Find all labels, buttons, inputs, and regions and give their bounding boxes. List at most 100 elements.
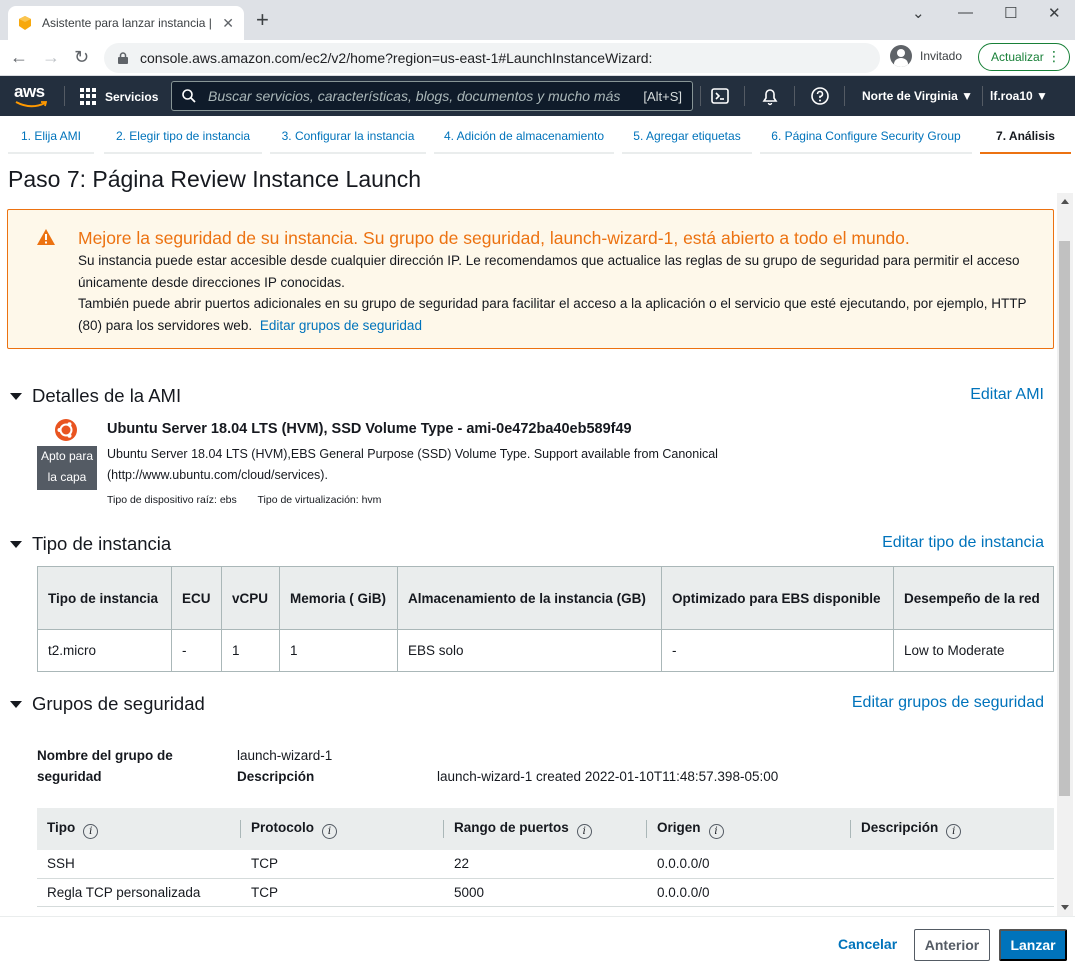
- cloudshell-icon[interactable]: [710, 86, 730, 106]
- table-row: t2.micro - 1 1 EBS solo - Low to Moderat…: [37, 629, 1054, 672]
- ami-section-toggle[interactable]: Detalles de la AMI: [10, 385, 181, 407]
- profile-button[interactable]: Invitado: [890, 45, 962, 67]
- update-label: Actualizar: [991, 50, 1044, 64]
- table-cell: -: [171, 629, 222, 672]
- security-group-description-label: Descripción: [237, 769, 315, 784]
- instance-type-table: Tipo de instancia ECU vCPU Memoria ( GiB…: [37, 566, 1054, 672]
- table-header-row: Tipo i Protocolo i Rango de puertos i Orige…: [37, 808, 1054, 850]
- ami-metadata: Tipo de dispositivo raíz: ebs Tipo de vi…: [107, 494, 399, 506]
- browser-tab[interactable]: Asistente para lanzar instancia | E ✕: [8, 6, 244, 40]
- step-2-instance-type[interactable]: 2. Elegir tipo de instancia: [104, 124, 262, 154]
- step-5-tags[interactable]: 5. Agregar etiquetas: [622, 124, 752, 154]
- update-button[interactable]: Actualizar ⋮: [978, 43, 1070, 71]
- step-7-review[interactable]: 7. Análisis: [980, 124, 1071, 154]
- table-cell: 22: [444, 850, 647, 879]
- new-tab-button[interactable]: +: [256, 9, 269, 31]
- step-6-security-group[interactable]: 6. Página Configure Security Group: [760, 124, 972, 154]
- nav-divider: [64, 86, 65, 106]
- column-header: ECU: [171, 566, 222, 630]
- services-label: Servicios: [105, 89, 159, 104]
- table-cell: 0.0.0.0/0: [647, 850, 851, 879]
- notifications-bell-icon[interactable]: [760, 86, 780, 106]
- ami-name: Ubuntu Server 18.04 LTS (HVM), SSD Volum…: [107, 421, 632, 437]
- page-title: Paso 7: Página Review Instance Launch: [8, 166, 421, 192]
- instance-section-toggle[interactable]: Tipo de instancia: [10, 533, 171, 555]
- table-cell: TCP: [241, 850, 444, 879]
- cancel-button[interactable]: Cancelar: [838, 936, 897, 952]
- security-section-toggle[interactable]: Grupos de seguridad: [10, 693, 205, 715]
- address-bar[interactable]: console.aws.amazon.com/ec2/v2/home?regio…: [104, 43, 880, 73]
- alert-line-1: Su instancia puede estar accesible desde…: [78, 253, 1020, 290]
- edit-security-groups-link[interactable]: Editar grupos de seguridad: [852, 694, 1044, 712]
- menu-dots-icon[interactable]: ⋮: [1047, 48, 1061, 65]
- collapse-triangle-icon: [10, 540, 22, 548]
- column-header-label: Origen: [657, 819, 701, 835]
- account-menu[interactable]: lf.roa10 ▼: [990, 89, 1048, 103]
- root-device-type: Tipo de dispositivo raíz: ebs: [107, 494, 237, 506]
- info-icon[interactable]: i: [708, 823, 724, 839]
- back-button[interactable]: ←: [10, 47, 28, 67]
- wizard-footer: Cancelar Anterior Lanzar: [0, 916, 1075, 967]
- column-header-port-range: Rango de puertos i: [444, 808, 647, 850]
- column-header-label: Rango de puertos: [454, 819, 569, 835]
- lock-icon: [118, 52, 128, 64]
- security-section-title: Grupos de seguridad: [32, 693, 205, 714]
- reload-button[interactable]: ↻: [74, 47, 89, 67]
- security-warning-alert: Mejore la seguridad de su instancia. Su …: [7, 209, 1054, 349]
- column-header: Optimizado para EBS disponible: [661, 566, 894, 630]
- step-3-configure-instance[interactable]: 3. Configurar la instancia: [270, 124, 426, 154]
- edit-security-groups-link[interactable]: Editar grupos de seguridad: [260, 318, 422, 333]
- column-header-label: Tipo: [47, 819, 76, 835]
- tab-search-icon[interactable]: ⌄: [912, 4, 925, 22]
- step-1-choose-ami[interactable]: 1. Elija AMI: [8, 124, 94, 154]
- instance-section-title: Tipo de instancia: [32, 533, 172, 554]
- close-window-icon[interactable]: ✕: [1048, 4, 1061, 22]
- step-4-storage[interactable]: 4. Adición de almacenamiento: [434, 124, 614, 154]
- services-menu[interactable]: Servicios: [80, 88, 158, 105]
- minimize-window-icon[interactable]: —: [958, 4, 973, 21]
- table-cell: TCP: [241, 878, 444, 907]
- nav-divider: [700, 86, 701, 106]
- column-header-label: Descripción: [861, 819, 939, 835]
- free-tier-badge: Apto para la capa: [37, 446, 97, 490]
- table-cell: [851, 850, 1054, 879]
- table-header-row: Tipo de instancia ECU vCPU Memoria ( GiB…: [37, 566, 1054, 630]
- aws-logo[interactable]: aws: [14, 82, 48, 110]
- tab-close-icon[interactable]: ✕: [222, 15, 234, 32]
- help-icon[interactable]: [810, 86, 830, 106]
- collapse-triangle-icon: [10, 392, 22, 400]
- forward-button[interactable]: →: [42, 47, 60, 67]
- launch-button[interactable]: Lanzar: [999, 929, 1067, 961]
- table-cell: EBS solo: [397, 629, 662, 672]
- table-cell: SSH: [37, 850, 241, 879]
- info-icon[interactable]: i: [322, 823, 337, 839]
- warning-icon: [37, 229, 55, 245]
- column-header: Tipo de instancia: [37, 566, 172, 630]
- edit-ami-link[interactable]: Editar AMI: [970, 386, 1044, 404]
- search-icon: [182, 89, 196, 103]
- wizard-steps: 1. Elija AMI 2. Elegir tipo de instancia…: [0, 116, 1075, 154]
- ami-description: Ubuntu Server 18.04 LTS (HVM),EBS Genera…: [107, 447, 718, 482]
- table-cell: 5000: [444, 878, 647, 907]
- info-icon[interactable]: i: [946, 823, 962, 839]
- column-header: vCPU: [221, 566, 280, 630]
- alert-body: Su instancia puede estar accesible desde…: [78, 250, 1038, 336]
- security-group-name-value: launch-wizard-1: [237, 748, 333, 763]
- region-selector[interactable]: Norte de Virginia ▼: [862, 89, 973, 103]
- maximize-window-icon[interactable]: ☐: [1004, 4, 1017, 22]
- aws-logo-text: aws: [14, 82, 45, 101]
- browser-tabbar: Asistente para lanzar instancia | E ✕ + …: [0, 0, 1075, 40]
- search-shortcut: [Alt+S]: [643, 88, 682, 104]
- column-header-description: Descripción i: [851, 808, 1054, 850]
- virtualization-type: Tipo de virtualización: hvm: [257, 494, 382, 506]
- previous-button[interactable]: Anterior: [914, 929, 990, 961]
- table-cell: Low to Moderate: [893, 629, 1054, 672]
- edit-instance-type-link[interactable]: Editar tipo de instancia: [882, 534, 1044, 552]
- info-icon[interactable]: i: [83, 823, 99, 839]
- collapse-triangle-icon: [10, 700, 22, 708]
- info-icon[interactable]: i: [576, 823, 592, 839]
- guest-label: Invitado: [920, 49, 963, 63]
- search-placeholder: Buscar servicios, características, blogs…: [208, 88, 621, 104]
- column-header-label: Protocolo: [251, 819, 314, 835]
- search-input[interactable]: Buscar servicios, características, blogs…: [171, 81, 693, 111]
